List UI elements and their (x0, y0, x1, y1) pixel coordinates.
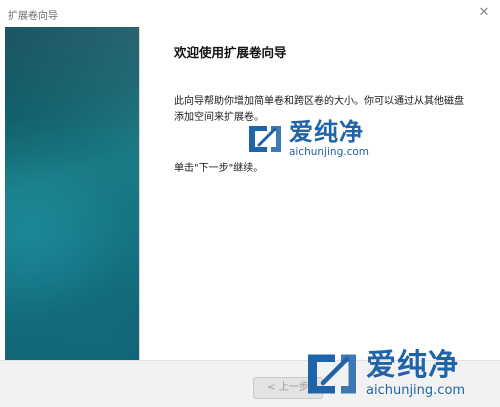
close-icon[interactable]: ✕ (476, 5, 492, 21)
watermark-en-text: aichunjing.com (289, 146, 370, 158)
wizard-hint: 单击"下一步"继续。 (174, 163, 264, 174)
page-title: 欢迎使用扩展卷向导 (174, 45, 287, 60)
window-title: 扩展卷向导 (8, 11, 58, 22)
watermark-small: 爱纯净 aichunjing.com (245, 120, 369, 158)
wizard-content: 欢迎使用扩展卷向导 此向导帮助你增加简单卷和跨区卷的大小。你可以通过从其他磁盘添… (140, 27, 500, 360)
aichunjing-logo-icon (302, 349, 362, 399)
watermark-cn-text: 爱纯净 (289, 118, 364, 146)
wizard-banner-image (5, 27, 140, 360)
aichunjing-logo-icon (245, 123, 285, 155)
watermark-en-text: aichunjing.com (366, 383, 466, 398)
title-bar: 扩展卷向导 ✕ (0, 0, 500, 27)
watermark-cn-text: 爱纯净 (366, 348, 459, 383)
watermark-large: 爱纯净 aichunjing.com (302, 349, 465, 399)
